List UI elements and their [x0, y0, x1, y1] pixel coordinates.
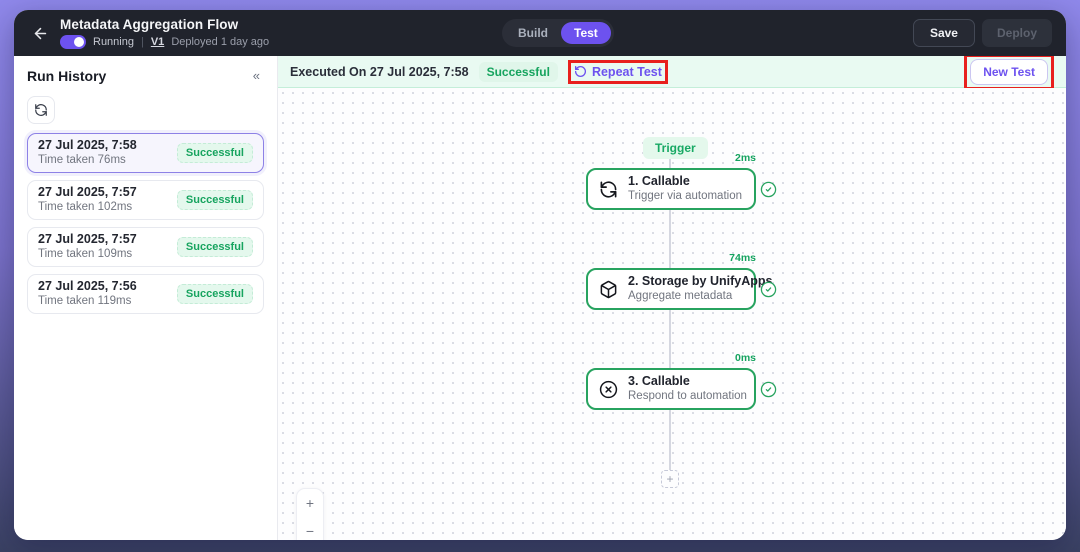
- run-date: 27 Jul 2025, 7:57: [38, 231, 137, 246]
- node-subtitle: Aggregate metadata: [628, 290, 733, 303]
- status-badge: Successful: [176, 237, 253, 257]
- node-duration: 0ms: [734, 352, 756, 364]
- back-arrow-icon[interactable]: [28, 21, 52, 45]
- page-title: Metadata Aggregation Flow: [60, 17, 239, 32]
- run-list: 27 Jul 2025, 7:58 Time taken 76ms Succes…: [27, 133, 264, 314]
- refresh-runs-button[interactable]: [27, 96, 55, 124]
- node-duration: 74ms: [729, 252, 756, 264]
- collapse-sidebar-icon[interactable]: «: [249, 66, 264, 85]
- running-toggle[interactable]: [60, 35, 86, 49]
- repeat-test-annotation-box: Repeat Test: [567, 59, 668, 84]
- run-list-item[interactable]: 27 Jul 2025, 7:56 Time taken 119ms Succe…: [27, 274, 264, 314]
- flow-canvas[interactable]: Trigger 2ms 1. Callable Trigger via auto…: [278, 88, 1066, 540]
- circle-x-icon: [599, 380, 618, 399]
- run-history-sidebar: Run History « 27 Jul 2025, 7:58 Time tak…: [14, 56, 278, 540]
- save-button[interactable]: Save: [912, 19, 975, 47]
- run-date: 27 Jul 2025, 7:57: [38, 184, 137, 199]
- run-list-item[interactable]: 27 Jul 2025, 7:57 Time taken 102ms Succe…: [27, 180, 264, 220]
- zoom-in-button[interactable]: +: [296, 489, 324, 517]
- check-circle-icon: [760, 281, 777, 298]
- repeat-test-button[interactable]: Repeat Test: [574, 65, 662, 79]
- run-time-taken: Time taken 109ms: [38, 248, 133, 261]
- build-test-segmented-control: Build Test: [502, 19, 614, 47]
- new-test-button[interactable]: New Test: [970, 58, 1048, 85]
- app-window: Metadata Aggregation Flow Running | V1 D…: [14, 10, 1066, 540]
- plus-icon: +: [666, 472, 674, 486]
- deployed-label: Deployed 1 day ago: [171, 36, 270, 48]
- node-storage-unifyapps[interactable]: 2. Storage by UnifyApps Aggregate metada…: [586, 268, 772, 310]
- sync-icon: [599, 180, 618, 199]
- status-badge: Successful: [176, 284, 253, 304]
- run-date: 27 Jul 2025, 7:56: [38, 278, 137, 293]
- top-header: Metadata Aggregation Flow Running | V1 D…: [14, 10, 1066, 56]
- node-title: 3. Callable: [628, 373, 690, 388]
- node-subtitle: Respond to automation: [628, 390, 747, 403]
- run-list-item[interactable]: 27 Jul 2025, 7:58 Time taken 76ms Succes…: [27, 133, 264, 173]
- node-callable-respond[interactable]: 3. Callable Respond to automation: [586, 368, 756, 410]
- repeat-icon: [574, 65, 587, 78]
- run-history-title: Run History: [27, 67, 107, 84]
- running-status-label: Running: [93, 36, 134, 48]
- run-time-taken: Time taken 119ms: [38, 295, 132, 308]
- tab-test[interactable]: Test: [561, 22, 611, 44]
- node-title: 2. Storage by UnifyApps: [628, 273, 773, 288]
- toggle-knob: [74, 37, 84, 47]
- run-list-item[interactable]: 27 Jul 2025, 7:57 Time taken 109ms Succe…: [27, 227, 264, 267]
- meta-separator: |: [140, 36, 144, 48]
- node-title: 1. Callable: [628, 173, 690, 188]
- check-circle-icon: [760, 381, 777, 398]
- add-step-button[interactable]: +: [661, 470, 679, 488]
- package-icon: [599, 280, 618, 299]
- new-test-annotation-box: New Test: [964, 53, 1054, 90]
- tab-build[interactable]: Build: [505, 22, 561, 44]
- repeat-test-label: Repeat Test: [591, 64, 662, 79]
- status-badge: Successful: [176, 190, 253, 210]
- status-badge: Successful: [176, 143, 253, 163]
- canvas-zoom-controls: + −: [296, 488, 324, 540]
- run-time-taken: Time taken 102ms: [38, 201, 133, 214]
- node-callable-trigger[interactable]: 1. Callable Trigger via automation: [586, 168, 756, 210]
- deploy-button[interactable]: Deploy: [981, 19, 1052, 47]
- executed-on-label: Executed On 27 Jul 2025, 7:58: [290, 64, 469, 79]
- run-time-taken: Time taken 76ms: [38, 154, 126, 167]
- refresh-icon: [34, 103, 48, 117]
- check-circle-icon: [760, 181, 777, 198]
- node-duration: 2ms: [734, 152, 756, 164]
- test-execution-bar: Executed On 27 Jul 2025, 7:58 Successful…: [278, 53, 1066, 90]
- run-date: 27 Jul 2025, 7:58: [38, 137, 137, 152]
- execution-status-badge: Successful: [478, 61, 558, 82]
- zoom-out-button[interactable]: −: [296, 517, 324, 540]
- node-subtitle: Trigger via automation: [628, 190, 742, 203]
- version-link[interactable]: V1: [151, 36, 164, 48]
